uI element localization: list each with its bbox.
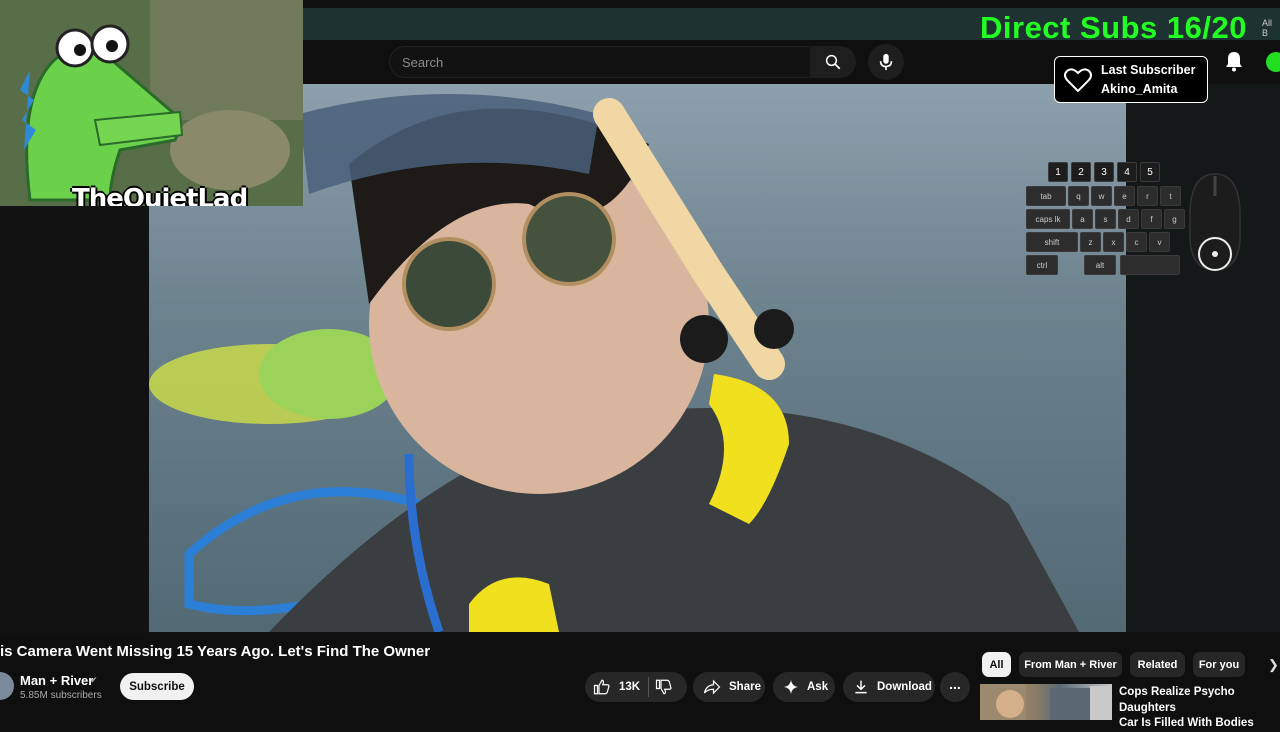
key: w (1091, 186, 1112, 206)
key: g (1164, 209, 1185, 229)
key: q (1068, 186, 1089, 206)
key: a (1072, 209, 1093, 229)
thumbs-down-icon[interactable] (655, 678, 673, 696)
voice-search-button[interactable] (868, 44, 904, 80)
download-button[interactable]: Download (843, 672, 935, 702)
crocodile-mascot-icon (0, 0, 303, 206)
chevron-right-icon[interactable]: ❯ (1268, 657, 1279, 673)
key: 1 (1048, 162, 1068, 182)
key: tab (1026, 186, 1066, 206)
chip-related[interactable]: Related (1130, 652, 1185, 677)
more-icon: ... (949, 676, 961, 692)
search-input[interactable] (390, 47, 804, 77)
search-box[interactable] (389, 46, 811, 78)
microphone-icon (879, 53, 893, 71)
divider (648, 677, 650, 697)
avatar[interactable] (1266, 52, 1280, 72)
share-icon (703, 679, 721, 695)
key: 2 (1071, 162, 1091, 182)
recommendation-title-line: Cops Realize Psycho Daughters (1119, 686, 1235, 714)
key: caps lk (1026, 209, 1070, 229)
key: s (1095, 209, 1116, 229)
share-button[interactable]: Share (693, 672, 765, 702)
heart-icon (1064, 67, 1092, 92)
ask-button[interactable]: Ask (773, 672, 835, 702)
channel-name[interactable]: Man + River (20, 673, 93, 688)
left-page-background (0, 205, 149, 633)
bell-icon (1226, 52, 1242, 72)
sparkle-icon (783, 679, 799, 695)
key: x (1103, 232, 1124, 252)
key: c (1126, 232, 1147, 252)
more-actions-button[interactable]: ... (940, 672, 970, 702)
key: alt (1084, 255, 1116, 275)
share-label: Share (729, 681, 761, 693)
corner-label: All B (1262, 18, 1273, 38)
key: 3 (1094, 162, 1114, 182)
streamer-name: TheQuietLad (72, 184, 248, 206)
last-subscriber-label: Last Subscriber (1101, 62, 1196, 77)
recommendation-thumbnail[interactable] (980, 684, 1112, 720)
search-icon (825, 54, 841, 70)
recommendation-title-line: Car Is Filled With Bodies (1119, 717, 1254, 729)
direct-subs-counter: Direct Subs 16/20 (980, 10, 1247, 45)
thumbs-up-icon (593, 679, 610, 695)
key: t (1160, 186, 1181, 206)
search-button[interactable] (810, 46, 856, 78)
subscriber-count: 5.85M subscribers (20, 690, 102, 701)
channel-avatar[interactable] (0, 672, 14, 700)
mouse-icon (1189, 173, 1241, 271)
chip-from-channel[interactable]: From Man + River (1019, 652, 1122, 677)
key: r (1137, 186, 1158, 206)
top-strip (303, 0, 1280, 8)
last-subscriber-name: Akino_Amita (1101, 81, 1178, 96)
key: 4 (1117, 162, 1137, 182)
notifications-button[interactable] (1224, 50, 1244, 77)
key: z (1080, 232, 1101, 252)
download-icon (855, 680, 867, 694)
like-count: 13K (619, 681, 641, 693)
recommendation-title[interactable]: Cops Realize Psycho Daughters Car Is Fil… (1119, 685, 1280, 732)
space-key (1120, 255, 1180, 275)
chip-for-you[interactable]: For you (1193, 652, 1245, 677)
key: shift (1026, 232, 1078, 252)
key: ctrl (1026, 255, 1058, 275)
subscribe-button[interactable]: Subscribe (120, 673, 194, 700)
video-title: is Camera Went Missing 15 Years Ago. Let… (0, 643, 431, 660)
download-label: Download (877, 681, 932, 693)
streamer-webcam-overlay: TheQuietLad (0, 0, 303, 206)
keyboard-input-overlay: 1 2 3 4 5 tab q w e r t caps lk a s d f … (1024, 162, 1185, 280)
key: e (1114, 186, 1135, 206)
key: 5 (1140, 162, 1160, 182)
ask-label: Ask (807, 681, 829, 693)
key: d (1118, 209, 1139, 229)
like-dislike-group: 13K (585, 672, 687, 702)
last-subscriber-widget: Last Subscriber Akino_Amita (1054, 56, 1208, 103)
key: f (1141, 209, 1162, 229)
chip-all[interactable]: All (982, 652, 1011, 677)
like-button[interactable]: 13K (593, 678, 640, 696)
thumbnail-image (980, 684, 1112, 720)
key: v (1149, 232, 1170, 252)
verified-icon: ✔ (90, 675, 98, 685)
